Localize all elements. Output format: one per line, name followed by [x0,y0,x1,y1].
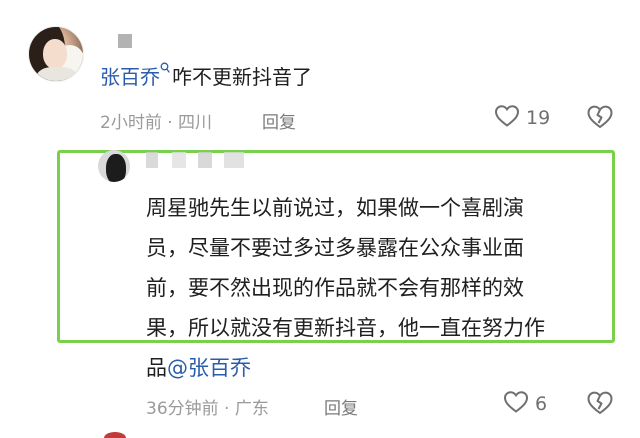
reply-meta: 36分钟前 · 广东 [146,394,269,419]
meta-separator: · [161,113,179,133]
heart-icon[interactable] [494,104,520,132]
reply-line-last: 品@张百乔 [146,348,608,388]
avatar[interactable] [28,26,84,82]
broken-heart-icon[interactable] [586,105,614,134]
comment-location: 四川 [178,113,213,133]
heart-icon[interactable] [503,390,529,418]
like-count: 6 [535,393,548,415]
reply-avatar-figure [106,154,126,182]
reply-last-text: 品 [146,356,167,380]
reply-body[interactable]: 周星驰先生以前说过，如果做一个喜剧演 员，尽量不要过多过多暴露在公众事业面 前，… [146,188,608,388]
comment-meta: 2小时前 · 四川 [100,108,212,133]
search-icon[interactable] [160,52,170,73]
avatar-face [43,39,67,69]
like-count: 19 [526,107,551,129]
reply-button[interactable]: 回复 [324,394,358,419]
comment-text: 咋不更新抖音了 [172,65,312,89]
dislike-button[interactable] [586,390,614,420]
dislike-button[interactable] [586,104,614,134]
blurred-reply-username [146,152,244,168]
blurred-username [118,34,132,48]
reply-line: 周星驰先生以前说过，如果做一个喜剧演 [146,196,524,220]
meta-separator: · [218,399,235,419]
reply-line: 前，要不然出现的作品就不会有那样的效 [146,276,524,300]
like-button[interactable]: 19 [494,104,550,132]
next-comment-avatar[interactable] [104,432,126,438]
avatar-body [37,67,77,81]
broken-heart-icon[interactable] [586,391,614,420]
mention-link[interactable]: @张百乔 [167,356,251,380]
comment-time: 2小时前 [100,113,162,133]
comment-body[interactable]: 张百乔 咋不更新抖音了 [100,62,312,92]
comment-author-name[interactable]: 张百乔 [100,65,160,89]
reply-line: 员，尽量不要过多过多暴露在公众事业面 [146,236,524,260]
like-button[interactable]: 6 [503,390,547,418]
reply-line: 果，所以就没有更新抖音，他一直在努力作 [146,316,545,340]
reply-button[interactable]: 回复 [262,108,296,133]
reply-time: 36分钟前 [146,399,219,419]
reply-location: 广东 [234,399,269,419]
reply-avatar[interactable] [98,150,130,182]
